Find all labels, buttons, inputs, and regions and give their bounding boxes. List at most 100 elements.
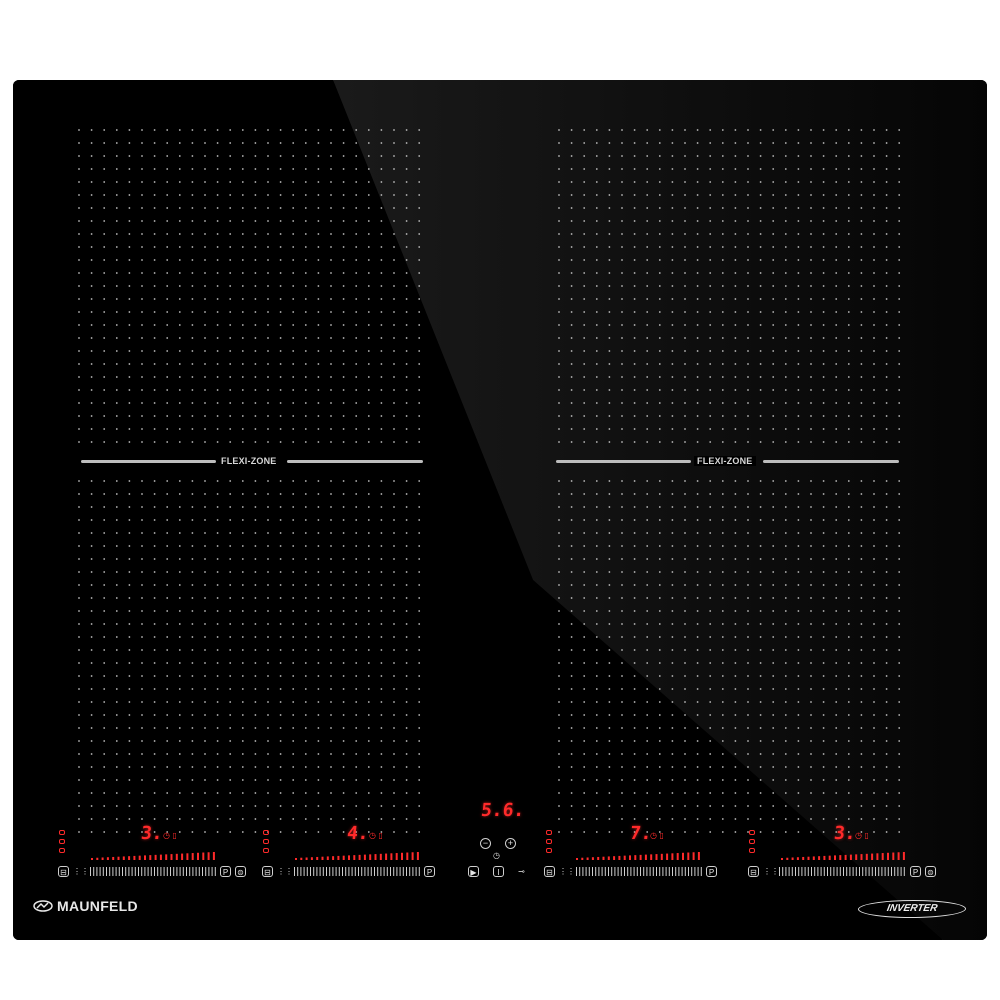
slider-tick xyxy=(134,867,136,876)
slider-tick xyxy=(192,867,194,876)
boost-button-3[interactable]: P xyxy=(706,866,717,877)
bridge-icon-4[interactable]: ⋮⋮ xyxy=(763,866,779,877)
slider-tick xyxy=(351,867,353,876)
slider-tick xyxy=(601,867,603,876)
slider-tick xyxy=(588,867,590,876)
slider-tick xyxy=(807,867,809,876)
slider-tick xyxy=(862,867,864,876)
power-tick xyxy=(876,853,879,860)
burner-4-slider[interactable] xyxy=(779,866,907,876)
keep-warm-icon-2[interactable]: ⊟ xyxy=(262,866,273,877)
slider-tick xyxy=(326,867,327,876)
slider-tick xyxy=(138,867,139,876)
slider-tick xyxy=(875,867,876,876)
slider-tick xyxy=(205,867,207,876)
slider-tick xyxy=(659,867,661,876)
slider-tick xyxy=(106,867,107,876)
boost-button-2[interactable]: P xyxy=(424,866,435,877)
slider-tick xyxy=(303,867,305,876)
right-flexi-zone-dots[interactable] xyxy=(553,125,913,840)
slider-tick xyxy=(125,867,127,876)
burner-1-slider[interactable] xyxy=(90,866,218,876)
slider-tick xyxy=(672,867,673,876)
burner-3-slider[interactable] xyxy=(576,866,704,876)
slider-tick xyxy=(412,867,414,876)
slider-tick xyxy=(684,867,686,876)
keep-warm-icon-4[interactable]: ⊟ xyxy=(748,866,759,877)
slider-tick xyxy=(830,867,832,876)
slider-tick xyxy=(627,867,629,876)
slider-tick xyxy=(115,867,117,876)
slider-tick xyxy=(656,867,657,876)
power-tick xyxy=(202,852,205,860)
bridge-icon-3[interactable]: ⋮⋮ xyxy=(559,866,575,877)
slider-tick xyxy=(208,867,210,876)
slider-tick xyxy=(788,867,790,876)
pot-icon-4[interactable]: ⊜ xyxy=(925,866,936,877)
burner-2-slider[interactable] xyxy=(294,866,422,876)
slider-tick xyxy=(390,867,391,876)
slider-tick xyxy=(374,867,375,876)
power-tick xyxy=(655,854,658,860)
power-tick xyxy=(607,856,610,860)
power-tick xyxy=(181,853,184,860)
slider-tick xyxy=(189,867,191,876)
bridge-icon-1[interactable]: ⋮⋮ xyxy=(73,866,89,877)
slider-tick xyxy=(852,867,854,876)
power-tick xyxy=(154,854,157,860)
power-tick xyxy=(634,855,637,860)
power-tick xyxy=(855,854,858,860)
left-flexi-zone-dots[interactable] xyxy=(73,125,433,840)
power-tick xyxy=(379,853,382,860)
burner-1-power-bar xyxy=(91,852,215,860)
slider-tick xyxy=(649,867,651,876)
burner-2-power-bar xyxy=(295,852,419,860)
slider-tick xyxy=(595,867,597,876)
burner-2-timer-icon: ◷ ▯ xyxy=(369,831,383,840)
plus-button[interactable]: + xyxy=(505,838,516,849)
slider-tick xyxy=(322,867,324,876)
zone-indicator-leds-3 xyxy=(546,830,554,857)
slider-tick xyxy=(592,867,593,876)
keep-warm-icon-1[interactable]: ⊟ xyxy=(58,866,69,877)
power-tick xyxy=(902,852,905,860)
power-tick xyxy=(106,857,109,860)
minus-button[interactable]: − xyxy=(480,838,491,849)
bridge-icon-2[interactable]: ⋮⋮ xyxy=(277,866,293,877)
power-tick xyxy=(165,854,168,860)
boost-button-1[interactable]: P xyxy=(220,866,231,877)
slider-tick xyxy=(897,867,899,876)
power-tick xyxy=(96,857,99,860)
slider-tick xyxy=(144,867,146,876)
power-button[interactable]: I xyxy=(493,866,504,877)
slider-tick xyxy=(380,867,382,876)
pause-button[interactable]: ▶ xyxy=(468,866,479,877)
power-tick xyxy=(186,853,189,860)
slider-tick xyxy=(176,867,178,876)
slider-tick xyxy=(306,867,308,876)
power-tick xyxy=(839,855,842,860)
keep-warm-icon-3[interactable]: ⊟ xyxy=(544,866,555,877)
slider-tick xyxy=(697,867,699,876)
slider-tick xyxy=(846,867,848,876)
slider-tick xyxy=(367,867,369,876)
slider-tick xyxy=(582,867,584,876)
slider-tick xyxy=(406,867,407,876)
slider-tick xyxy=(96,867,98,876)
flexi-divider-right-b xyxy=(763,460,899,463)
power-tick xyxy=(613,856,616,860)
slider-tick xyxy=(614,867,616,876)
boost-button-4[interactable]: P xyxy=(910,866,921,877)
slider-tick xyxy=(617,867,619,876)
lock-button[interactable]: ⊸ xyxy=(516,866,527,877)
power-tick xyxy=(849,854,852,860)
slider-tick xyxy=(354,867,356,876)
burner-4-level-display: 3. xyxy=(832,823,857,844)
timer-display: 5.6. xyxy=(479,800,526,821)
burner-2-level-display: 4. xyxy=(345,823,370,844)
power-tick xyxy=(871,853,874,860)
slider-tick xyxy=(646,867,648,876)
slider-tick xyxy=(182,867,184,876)
slider-tick xyxy=(383,867,385,876)
pot-icon-1[interactable]: ⊜ xyxy=(235,866,246,877)
